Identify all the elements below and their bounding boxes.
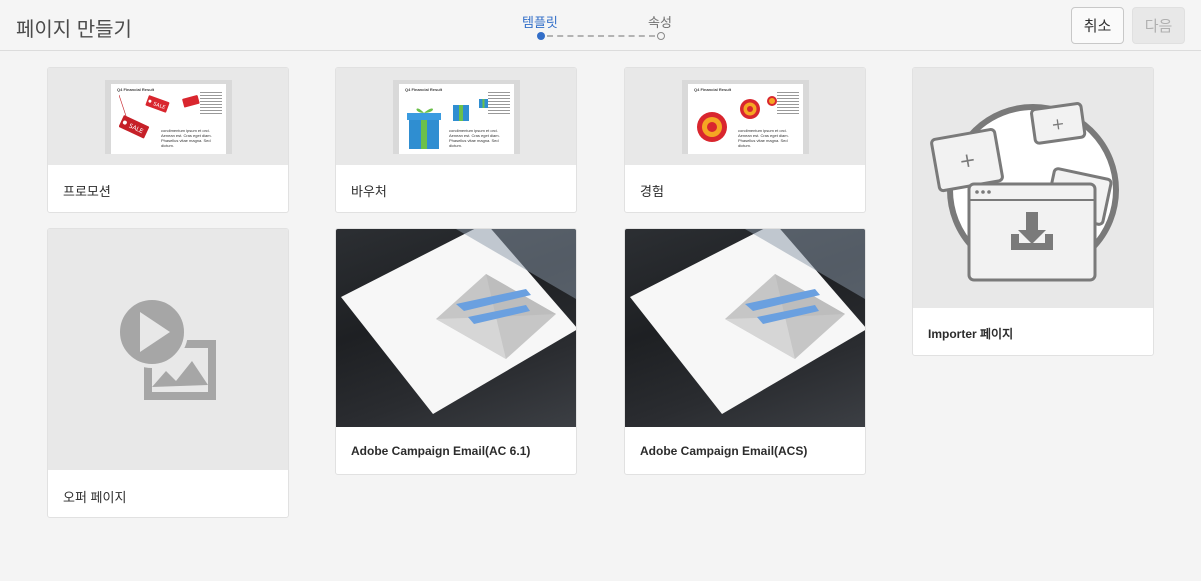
template-card-experience[interactable]: Q4 Financial Result condimentum ipsum et…: [624, 67, 866, 213]
step-properties-label: 속성: [648, 15, 672, 30]
template-thumbnail: + +: [913, 68, 1153, 308]
doc-text: condimentum ipsum et orci. Aenean est. C…: [738, 128, 789, 148]
document-thumbnail: Q4 Financial Result condimentum ipsum et…: [682, 80, 809, 154]
step-template-dot: [537, 32, 545, 40]
email-envelope-icon: [630, 229, 865, 414]
template-thumbnail: Q4 Financial Result condimentum ipsum et…: [625, 68, 865, 165]
doc-header: Q4 Financial Result: [117, 87, 155, 92]
importer-icon: + +: [930, 102, 1119, 282]
template-card-offer[interactable]: 오퍼 페이지: [47, 228, 289, 518]
template-card-campaign-email-acs[interactable]: Adobe Campaign Email(ACS): [624, 228, 866, 475]
template-card-importer[interactable]: + + Importer 페이지: [912, 67, 1154, 356]
template-thumbnail: Q4 Financial Result condimentum ipsum et…: [336, 68, 576, 165]
email-envelope-icon: [341, 229, 576, 414]
top-bar: 페이지 만들기 템플릿 속성 취소 다음: [0, 0, 1201, 51]
template-thumbnail: Q4 Financial Result SALE SALE condimentu…: [48, 68, 288, 165]
template-title: Importer 페이지: [928, 327, 1014, 341]
play-media-icon: [116, 296, 216, 400]
doc-header: Q4 Financial Result: [405, 87, 443, 92]
step-template-label: 템플릿: [522, 15, 558, 30]
wizard-steps: 템플릿 속성: [0, 0, 1201, 51]
template-title: 프로모션: [63, 184, 111, 199]
doc-header: Q4 Financial Result: [694, 87, 732, 92]
doc-text: condimentum ipsum et orci. Aenean est. C…: [161, 128, 212, 148]
step-properties-dot: [657, 32, 665, 40]
cancel-button[interactable]: 취소: [1071, 7, 1124, 44]
template-title: 오퍼 페이지: [63, 490, 127, 505]
template-card-voucher[interactable]: Q4 Financial Result condimentum ipsum et…: [335, 67, 577, 213]
document-thumbnail: Q4 Financial Result SALE SALE condimentu…: [105, 80, 232, 154]
template-thumbnail: [625, 229, 865, 427]
template-title: 경험: [640, 184, 664, 199]
template-title: Adobe Campaign Email(AC 6.1): [351, 444, 531, 458]
template-title: 바우처: [351, 184, 387, 199]
template-card-campaign-email-ac61[interactable]: Adobe Campaign Email(AC 6.1): [335, 228, 577, 475]
template-card-promotion[interactable]: Q4 Financial Result SALE SALE condimentu…: [47, 67, 289, 213]
template-title: Adobe Campaign Email(ACS): [640, 444, 808, 458]
doc-text: condimentum ipsum et orci. Aenean est. C…: [449, 128, 500, 148]
template-thumbnail: [48, 229, 288, 470]
step-connector: [547, 35, 655, 37]
template-thumbnail: [336, 229, 576, 427]
document-thumbnail: Q4 Financial Result condimentum ipsum et…: [393, 80, 520, 154]
svg-text:+: +: [1050, 114, 1066, 135]
next-button: 다음: [1132, 7, 1185, 44]
